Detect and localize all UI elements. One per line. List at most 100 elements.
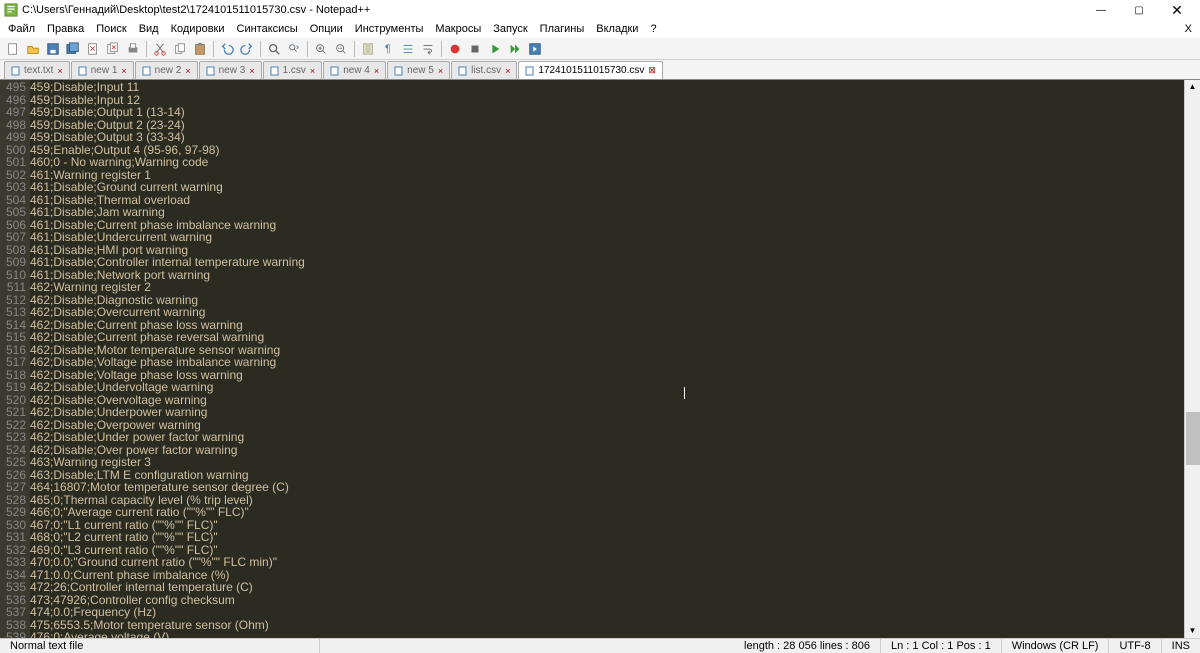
- menu-help[interactable]: ?: [644, 22, 662, 36]
- file-icon: [78, 66, 88, 76]
- menu-run[interactable]: Запуск: [487, 22, 533, 36]
- menu-syntax[interactable]: Синтаксисы: [231, 22, 304, 36]
- tab-close-icon[interactable]: ×: [249, 66, 254, 76]
- file-icon: [330, 66, 340, 76]
- redo-button[interactable]: [238, 40, 256, 58]
- new-file-button[interactable]: [4, 40, 22, 58]
- tab-label: 1724101511015730.csv: [538, 65, 644, 76]
- tab-2[interactable]: new 2×: [135, 61, 198, 79]
- cut-button[interactable]: [151, 40, 169, 58]
- tab-6[interactable]: new 5 ×: [387, 61, 450, 79]
- tab-label: 1.csv: [283, 65, 306, 76]
- tab-4[interactable]: 1.csv ×: [263, 61, 323, 79]
- tab-0[interactable]: text.txt ×: [4, 61, 70, 79]
- tab-close-icon[interactable]: ×: [310, 66, 315, 76]
- file-icon: [525, 66, 535, 76]
- play-macro-button[interactable]: [486, 40, 504, 58]
- menu-options[interactable]: Опции: [304, 22, 349, 36]
- stop-macro-button[interactable]: [466, 40, 484, 58]
- file-icon: [11, 66, 21, 76]
- menu-plugins[interactable]: Плагины: [534, 22, 591, 36]
- tab-close-icon[interactable]: ×: [374, 66, 379, 76]
- menu-search[interactable]: Поиск: [90, 22, 132, 36]
- undo-button[interactable]: [218, 40, 236, 58]
- tab-label: text.txt: [24, 65, 53, 76]
- save-all-button[interactable]: [64, 40, 82, 58]
- tab-7[interactable]: list.csv ×: [451, 61, 517, 79]
- scroll-track[interactable]: [1185, 94, 1200, 624]
- file-icon: [142, 66, 152, 76]
- editor[interactable]: 4954964974984995005015025035045055065075…: [0, 80, 1200, 638]
- tab-close-icon[interactable]: ⊠: [648, 65, 656, 76]
- minimize-button[interactable]: —: [1082, 0, 1120, 20]
- menu-file[interactable]: Файл: [2, 22, 41, 36]
- menu-tools[interactable]: Инструменты: [349, 22, 430, 36]
- line-gutter: 4954964974984995005015025035045055065075…: [0, 80, 30, 638]
- menu-tabs[interactable]: Вкладки: [590, 22, 644, 36]
- tab-label: new 5: [407, 65, 434, 76]
- record-macro-button[interactable]: [446, 40, 464, 58]
- print-button[interactable]: [124, 40, 142, 58]
- sync-h-button[interactable]: ¶: [379, 40, 397, 58]
- tab-label: new 3: [219, 65, 246, 76]
- close-window-button[interactable]: ✕: [1158, 0, 1196, 20]
- tab-close-icon[interactable]: ×: [185, 66, 190, 76]
- status-position: Ln : 1 Col : 1 Pos : 1: [881, 639, 1002, 653]
- copy-button[interactable]: [171, 40, 189, 58]
- status-encoding[interactable]: UTF-8: [1109, 639, 1161, 653]
- find-button[interactable]: [265, 40, 283, 58]
- save-macro-button[interactable]: [526, 40, 544, 58]
- menu-edit[interactable]: Правка: [41, 22, 90, 36]
- tab-close-icon[interactable]: ×: [121, 66, 126, 76]
- wrap-button[interactable]: [419, 40, 437, 58]
- code-area[interactable]: 459;Disable;Input 11459;Disable;Input 12…: [30, 81, 1200, 638]
- file-icon: [270, 66, 280, 76]
- replace-button[interactable]: [285, 40, 303, 58]
- file-icon: [394, 66, 404, 76]
- menu-view[interactable]: Вид: [133, 22, 165, 36]
- file-icon: [206, 66, 216, 76]
- status-filetype: Normal text file: [0, 639, 320, 653]
- file-icon: [458, 66, 468, 76]
- vertical-scrollbar[interactable]: ▲ ▼: [1184, 80, 1200, 638]
- tab-5[interactable]: new 4 ×: [323, 61, 386, 79]
- tab-label: new 4: [343, 65, 370, 76]
- tab-label: new 2: [155, 65, 182, 76]
- tab-close-icon[interactable]: ×: [438, 66, 443, 76]
- close-file-button[interactable]: [84, 40, 102, 58]
- status-eol[interactable]: Windows (CR LF): [1002, 639, 1110, 653]
- scroll-thumb[interactable]: [1186, 412, 1200, 465]
- tab-8[interactable]: 1724101511015730.csv ⊠: [518, 61, 663, 79]
- window-title: C:\Users\Геннадий\Desktop\test2\17241015…: [22, 4, 370, 16]
- paste-button[interactable]: [191, 40, 209, 58]
- title-bar: C:\Users\Геннадий\Desktop\test2\17241015…: [0, 0, 1200, 20]
- zoom-in-button[interactable]: [312, 40, 330, 58]
- tab-1[interactable]: new 1×: [71, 61, 134, 79]
- indent-guide-button[interactable]: [399, 40, 417, 58]
- tab-close-icon[interactable]: ×: [505, 66, 510, 76]
- tab-label: new 1: [91, 65, 118, 76]
- tab-label: list.csv: [471, 65, 501, 76]
- tab-bar: text.txt×new 1×new 2×new 3×1.csv×new 4×n…: [0, 60, 1200, 80]
- sync-v-button[interactable]: [359, 40, 377, 58]
- run-macro-multi-button[interactable]: [506, 40, 524, 58]
- scroll-up-arrow[interactable]: ▲: [1186, 80, 1200, 94]
- tab-3[interactable]: new 3×: [199, 61, 262, 79]
- text-cursor: [684, 387, 685, 399]
- open-file-button[interactable]: [24, 40, 42, 58]
- save-button[interactable]: [44, 40, 62, 58]
- app-icon: [4, 3, 18, 17]
- tab-close-icon[interactable]: ×: [57, 66, 62, 76]
- menu-bar: Файл Правка Поиск Вид Кодировки Синтакси…: [0, 20, 1200, 38]
- maximize-button[interactable]: ▢: [1120, 0, 1158, 20]
- status-bar: Normal text file length : 28 056 lines :…: [0, 638, 1200, 653]
- menu-encodings[interactable]: Кодировки: [165, 22, 231, 36]
- close-all-button[interactable]: [104, 40, 122, 58]
- status-insert-mode[interactable]: INS: [1162, 639, 1200, 653]
- menu-macros[interactable]: Макросы: [429, 22, 487, 36]
- status-length: length : 28 056 lines : 806: [734, 639, 881, 653]
- menu-right-x[interactable]: X: [1179, 22, 1200, 36]
- scroll-down-arrow[interactable]: ▼: [1186, 624, 1200, 638]
- toolbar: ¶: [0, 38, 1200, 60]
- zoom-out-button[interactable]: [332, 40, 350, 58]
